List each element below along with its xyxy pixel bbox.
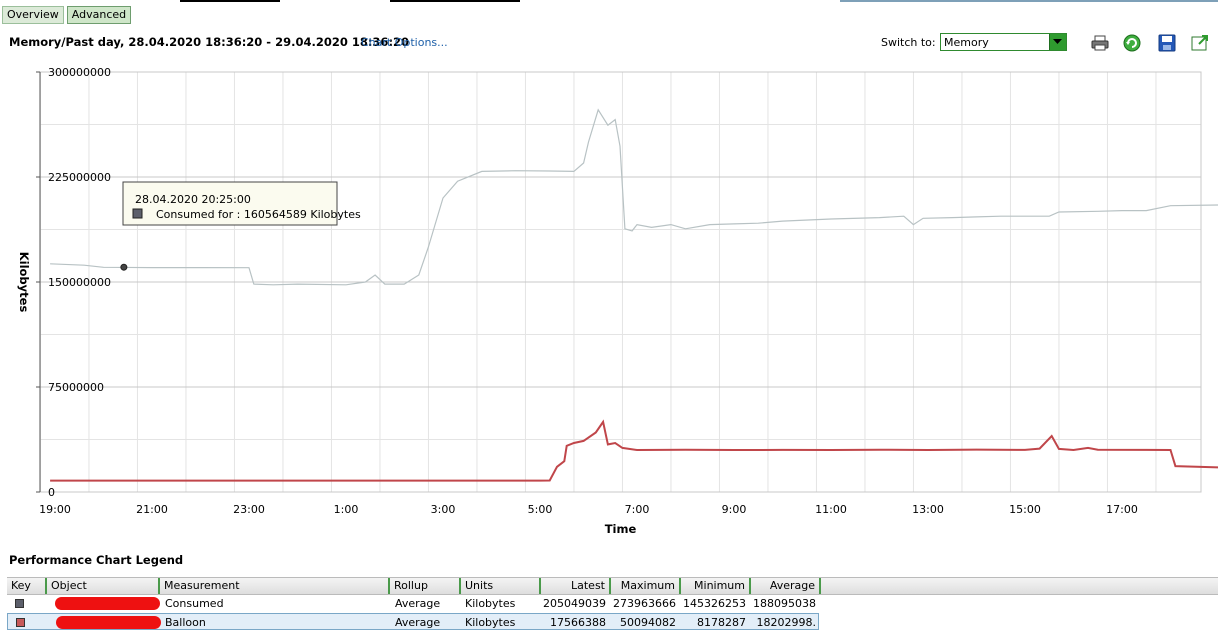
legend-header-row: Key Object Measurement Rollup Units Late…	[7, 577, 1218, 595]
x-tick-label: 21:00	[136, 503, 168, 516]
save-icon[interactable]	[1157, 33, 1177, 53]
memory-line-chart: 0 75000000 150000000 225000000 300000000 19:0…	[17, 66, 1218, 536]
legend-minimum: 8178287	[697, 616, 746, 629]
legend-rollup: Average	[395, 616, 441, 629]
tooltip-key-swatch	[132, 208, 143, 219]
legend-col-rollup[interactable]: Rollup	[390, 578, 461, 594]
x-tick-label: 9:00	[722, 503, 747, 516]
legend-average: 188095038	[753, 597, 816, 610]
printer-icon[interactable]	[1090, 33, 1110, 53]
y-tick-label: 225000000	[48, 171, 111, 184]
chart-tooltip: 28.04.2020 20:25:00 Consumed for : 160564…	[122, 181, 361, 226]
y-axis-label: Kilobytes	[17, 252, 31, 313]
chevron-down-icon[interactable]	[1049, 34, 1066, 50]
y-tick-label: 0	[48, 486, 55, 499]
tab-overview[interactable]: Overview	[2, 6, 64, 24]
x-tick-label: 1:00	[334, 503, 359, 516]
x-tick-label: 11:00	[815, 503, 847, 516]
x-tick-label: 17:00	[1106, 503, 1138, 516]
legend-col-average[interactable]: Average	[751, 578, 821, 594]
legend-average: 18202998.	[756, 616, 817, 629]
window-top-border	[140, 0, 1218, 2]
x-tick-label: 15:00	[1009, 503, 1041, 516]
legend-col-key[interactable]: Key	[7, 578, 47, 594]
redaction-mark	[55, 597, 160, 610]
legend-units: Kilobytes	[465, 597, 516, 610]
export-icon[interactable]	[1190, 33, 1210, 53]
x-tick-label: 23:00	[233, 503, 265, 516]
legend-units: Kilobytes	[465, 616, 516, 629]
legend-col-minimum[interactable]: Minimum	[681, 578, 751, 594]
legend-col-latest[interactable]: Latest	[541, 578, 611, 594]
legend-row-consumed[interactable]: Consumed Average Kilobytes 205049039 273…	[7, 595, 819, 612]
top-border-segment	[840, 0, 1218, 2]
legend-maximum: 273963666	[613, 597, 676, 610]
legend-measurement: Consumed	[165, 597, 224, 610]
series-line-balloon	[50, 419, 1218, 482]
tooltip-text: Consumed for : 160564589 Kilobytes	[156, 208, 361, 221]
switch-to-label: Switch to:	[881, 36, 936, 49]
chart-title: Memory/Past day, 28.04.2020 18:36:20 - 2…	[9, 35, 410, 49]
top-border-segment	[180, 0, 280, 2]
legend-key-swatch	[15, 599, 24, 608]
legend-col-maximum[interactable]: Maximum	[611, 578, 681, 594]
view-tabs: Overview Advanced	[2, 6, 132, 24]
x-tick-label: 13:00	[912, 503, 944, 516]
legend-key-swatch	[16, 618, 25, 627]
x-axis-label: Time	[605, 522, 637, 536]
legend-latest: 205049039	[543, 597, 606, 610]
legend-col-units[interactable]: Units	[461, 578, 541, 594]
switch-to-dropdown[interactable]: Memory	[940, 33, 1067, 51]
y-tick-label: 75000000	[48, 381, 104, 394]
legend-minimum: 145326253	[683, 597, 746, 610]
refresh-icon[interactable]	[1122, 33, 1142, 53]
redaction-mark	[56, 616, 161, 629]
y-tick-label: 300000000	[48, 66, 111, 79]
x-tick-label: 7:00	[625, 503, 650, 516]
switch-to-value: Memory	[944, 36, 989, 49]
legend-rollup: Average	[395, 597, 441, 610]
legend-latest: 17566388	[550, 616, 606, 629]
legend-row-balloon[interactable]: Balloon Average Kilobytes 17566388 50094…	[7, 613, 819, 630]
legend-maximum: 50094082	[620, 616, 676, 629]
tooltip-time: 28.04.2020 20:25:00	[135, 193, 251, 206]
top-border-segment	[390, 0, 520, 2]
legend-title: Performance Chart Legend	[9, 553, 184, 567]
y-tick-label: 150000000	[48, 276, 111, 289]
legend-measurement: Balloon	[165, 616, 206, 629]
legend-col-object[interactable]: Object	[47, 578, 160, 594]
x-tick-label: 5:00	[528, 503, 553, 516]
tab-advanced[interactable]: Advanced	[66, 6, 132, 24]
hover-point-marker	[120, 263, 128, 271]
x-tick-label: 19:00	[39, 503, 71, 516]
chart-options-link[interactable]: Chart Options...	[361, 36, 448, 49]
legend-col-measurement[interactable]: Measurement	[160, 578, 390, 594]
x-tick-label: 3:00	[431, 503, 456, 516]
